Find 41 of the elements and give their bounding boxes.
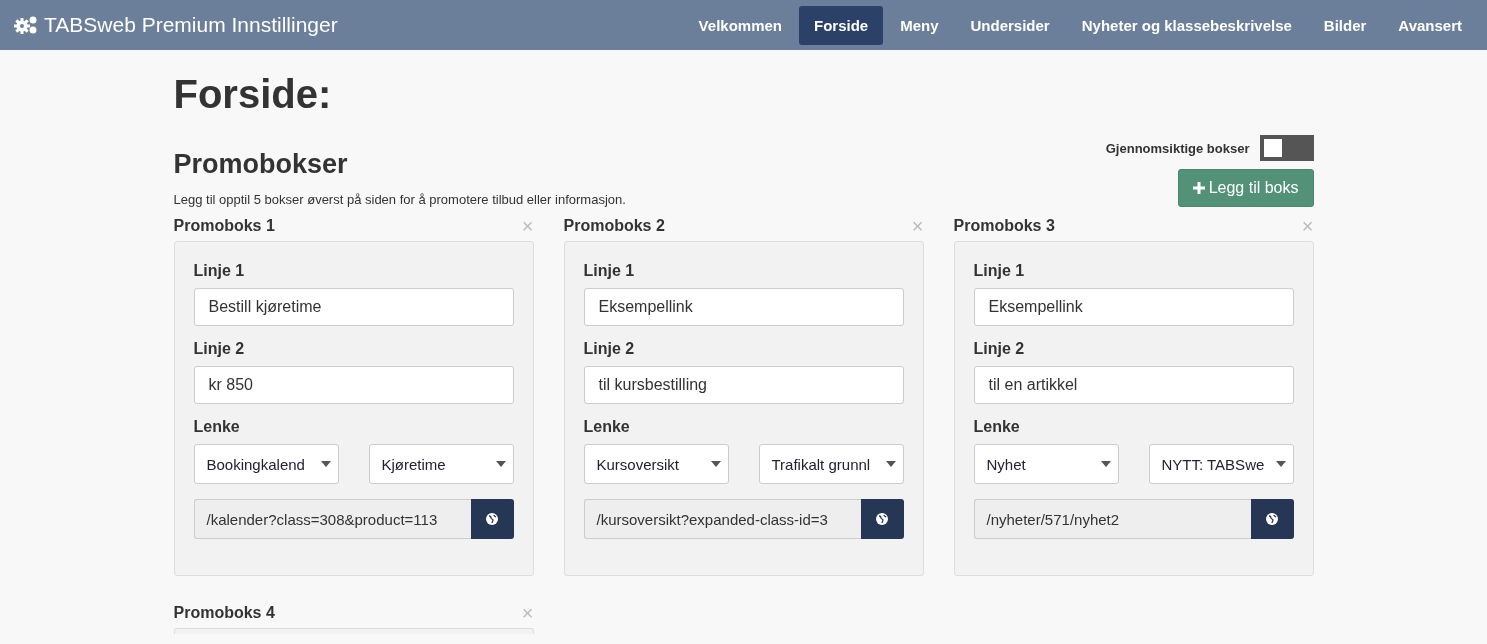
url-field[interactable]: /kursoversikt?expanded-class-id=3 (583, 499, 861, 539)
dropdown[interactable]: NYTT: TABSwe (1148, 444, 1294, 484)
field-label: Linje 2 (583, 340, 636, 358)
app-title: TABSweb Premium Innstillinger (44, 13, 338, 37)
field-label: Linje 1 (583, 262, 636, 280)
box-title: Promoboks 4 (173, 604, 275, 622)
text-field[interactable]: Eksempellink (583, 288, 904, 326)
field-label: Lenke (193, 418, 241, 436)
url-field[interactable]: /kalender?class=308&product=113 (193, 499, 471, 539)
add-box-button[interactable]: Legg til boks (1177, 169, 1314, 207)
field-label: Lenke (973, 418, 1021, 436)
dropdown[interactable]: Kjøretime (368, 444, 514, 484)
nav-tab[interactable]: Undersider (955, 5, 1065, 45)
nav-tab[interactable]: Velkommen (683, 5, 797, 45)
box-title: Promoboks 2 (563, 217, 665, 235)
nav-tab[interactable]: Bilder (1308, 5, 1382, 45)
box-title: Promoboks 3 (953, 217, 1055, 235)
field-label: Linje 1 (973, 262, 1026, 280)
dropdown[interactable]: Trafikalt grunnl (758, 444, 904, 484)
section-title: Promobokser (173, 149, 349, 180)
section-description: Legg til opptil 5 bokser øverst på siden for å promotere tilbud eller informasjon. (173, 192, 626, 207)
text-field[interactable]: Eksempellink (973, 288, 1294, 326)
dropdown[interactable]: Kursoversikt (583, 444, 729, 484)
field-label: Linje 2 (973, 340, 1026, 358)
toggle-label: Gjennomsiktige bokser (1105, 140, 1250, 156)
field-label: Lenke (583, 418, 631, 436)
dropdown[interactable]: Nyhet (973, 444, 1119, 484)
url-field[interactable]: /nyheter/571/nyhet2 (973, 499, 1251, 539)
nav-tab[interactable]: Nyheter og klassebeskrivelse (1066, 5, 1307, 45)
page-title: Forside: (173, 72, 333, 117)
nav-tab[interactable]: Meny (885, 5, 954, 45)
text-field[interactable]: til kursbestilling (583, 366, 904, 404)
text-field[interactable]: kr 850 (193, 366, 514, 404)
dropdown[interactable]: Bookingkalend (193, 444, 339, 484)
text-field[interactable]: til en artikkel (973, 366, 1294, 404)
text-field[interactable]: Bestill kjøretime (193, 288, 514, 326)
field-label: Linje 2 (193, 340, 246, 358)
field-label: Linje 1 (193, 262, 246, 280)
nav-tab[interactable]: Avansert (1383, 5, 1477, 45)
box-title: Promoboks 1 (173, 217, 275, 235)
nav-tab[interactable]: Forside (799, 5, 884, 45)
